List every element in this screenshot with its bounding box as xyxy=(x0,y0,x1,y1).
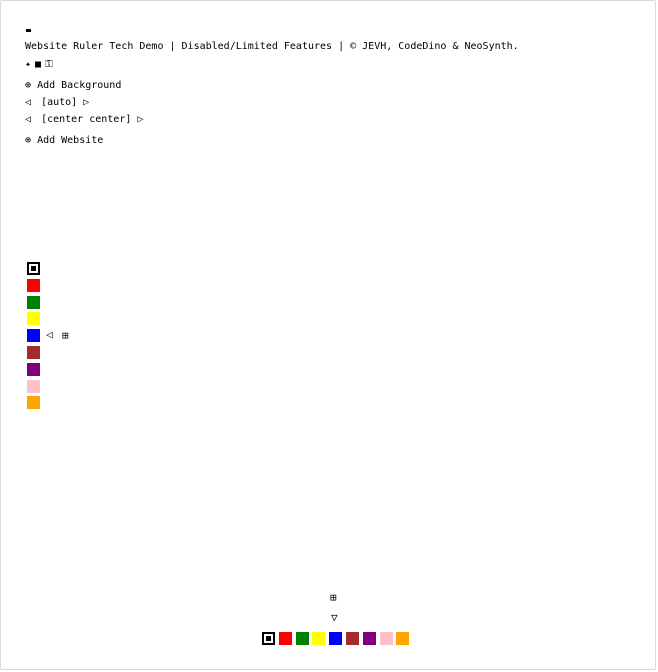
add-circle-icon: ⊕ xyxy=(25,135,32,146)
next-arrow-icon[interactable]: ▷ xyxy=(137,113,143,127)
page-frame xyxy=(0,0,656,670)
side-swatch-1[interactable] xyxy=(27,279,40,292)
background-size-value: [auto] xyxy=(41,97,78,108)
add-website-label: Add Website xyxy=(37,135,104,146)
add-circle-icon: ⊕ xyxy=(25,80,32,91)
bottom-swatch-4[interactable] xyxy=(329,632,342,645)
side-swatch-6[interactable] xyxy=(27,363,40,376)
side-swatch-5[interactable] xyxy=(27,346,40,359)
sparkle-icon[interactable]: ✦ xyxy=(25,58,31,72)
square-icon[interactable]: ■ xyxy=(35,58,41,72)
background-position-value: [center center] xyxy=(41,114,132,125)
bottom-swatch-8[interactable] xyxy=(396,632,409,645)
side-swatch-3[interactable] xyxy=(27,312,40,325)
add-website-button[interactable]: ⊕ Add Website xyxy=(25,134,103,148)
side-swatch-2[interactable] xyxy=(27,296,40,309)
bottom-swatch-6[interactable] xyxy=(363,632,376,645)
page-title: Website Ruler Tech Demo | Disabled/Limit… xyxy=(25,41,519,52)
next-arrow-icon[interactable]: ▷ xyxy=(83,96,89,110)
key-box-icon[interactable]: ⚿ xyxy=(45,58,53,72)
collapse-left-icon[interactable]: ◁ xyxy=(46,329,53,341)
toolbar: ✦ ■ ⚿ xyxy=(25,58,57,72)
bottom-swatch-1[interactable] xyxy=(279,632,292,645)
add-background-label: Add Background xyxy=(37,80,122,91)
background-position-selector: ◁ [center center] ▷ xyxy=(25,113,143,127)
minimize-dash[interactable] xyxy=(26,29,31,32)
prev-arrow-icon[interactable]: ◁ xyxy=(25,96,31,110)
side-swatch-4[interactable] xyxy=(27,329,40,342)
side-swatch-8[interactable] xyxy=(27,396,40,409)
bottom-swatch-7[interactable] xyxy=(380,632,393,645)
bottom-swatch-0[interactable] xyxy=(262,632,275,645)
collapse-down-icon[interactable]: ▽ xyxy=(331,612,338,624)
grid-icon[interactable]: ⊞ xyxy=(62,330,69,342)
background-size-selector: ◁ [auto] ▷ xyxy=(25,96,89,110)
bottom-swatch-2[interactable] xyxy=(296,632,309,645)
add-background-button[interactable]: ⊕ Add Background xyxy=(25,79,121,93)
side-swatch-0[interactable] xyxy=(27,262,40,275)
side-swatch-7[interactable] xyxy=(27,380,40,393)
bottom-swatch-3[interactable] xyxy=(312,632,325,645)
grid-icon[interactable]: ⊞ xyxy=(330,592,337,604)
bottom-swatch-5[interactable] xyxy=(346,632,359,645)
prev-arrow-icon[interactable]: ◁ xyxy=(25,113,31,127)
